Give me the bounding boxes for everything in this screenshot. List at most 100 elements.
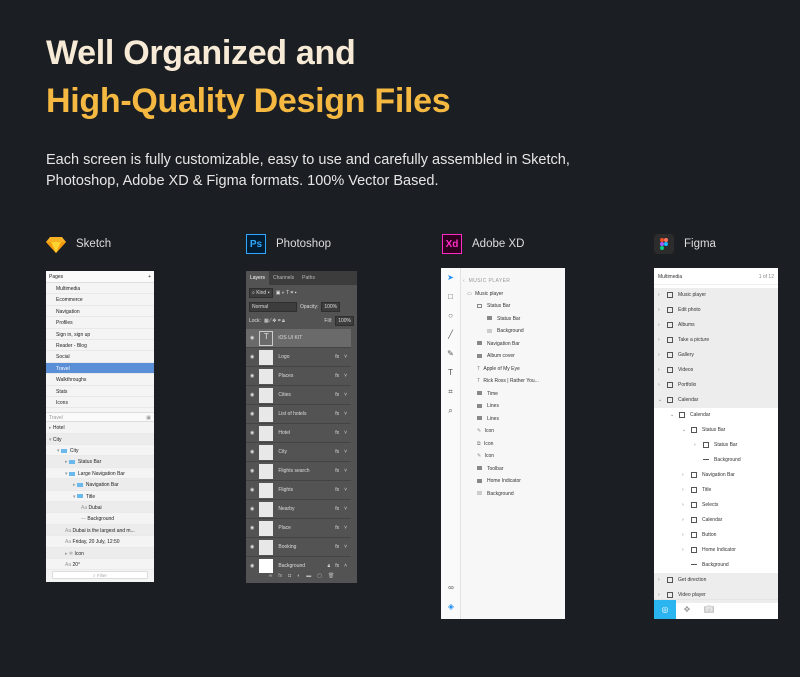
fx-badge[interactable]: fx: [335, 468, 339, 474]
layer-row[interactable]: ⌄ Calendar: [654, 408, 778, 423]
visibility-eye-icon[interactable]: ◉: [250, 430, 254, 436]
fx-badge[interactable]: fx: [335, 392, 339, 398]
layer-row[interactable]: Lines: [463, 400, 565, 413]
page-item[interactable]: Social: [46, 351, 154, 363]
visibility-eye-icon[interactable]: ◉: [250, 373, 254, 379]
chevron-icon[interactable]: ›: [682, 543, 691, 558]
layer-row[interactable]: › Title: [654, 483, 778, 498]
layer-row[interactable]: ◉ Flights search fx ˅: [246, 462, 351, 481]
new-layer-icon[interactable]: ▢: [317, 573, 322, 583]
layer-row[interactable]: ◉ Hotel fx ˅: [246, 424, 351, 443]
chevron-icon[interactable]: ›: [682, 513, 691, 528]
blend-mode-select[interactable]: Normal: [249, 302, 297, 312]
chevron-icon[interactable]: ›: [658, 363, 667, 378]
layer-row[interactable]: ⧉ Icon: [463, 438, 565, 451]
layer-row[interactable]: Aa 20°: [46, 559, 154, 571]
layer-row[interactable]: › Selects: [654, 498, 778, 513]
fx-badge[interactable]: fx: [335, 354, 339, 360]
add-page-button[interactable]: +: [148, 274, 151, 280]
layer-row[interactable]: ▾ City: [46, 433, 154, 446]
layer-row[interactable]: › Status Bar: [654, 438, 778, 453]
lock-icons[interactable]: ▦ ⁄ ✥ ⌗ 🔒︎: [264, 318, 285, 324]
chevron-icon[interactable]: ›: [682, 483, 691, 498]
fx-badge[interactable]: fx: [335, 449, 339, 455]
layer-row[interactable]: Background: [463, 325, 565, 338]
layer-row[interactable]: › Portfolio: [654, 378, 778, 393]
chevron-icon[interactable]: ›: [682, 498, 691, 513]
expand-chevron-icon[interactable]: ˅: [344, 506, 347, 512]
fill-input[interactable]: 100%: [335, 316, 354, 326]
visibility-eye-icon[interactable]: ◉: [250, 544, 254, 550]
layer-row[interactable]: Status Bar: [463, 313, 565, 326]
visibility-eye-icon[interactable]: ◉: [250, 392, 254, 398]
rectangle-tool-icon[interactable]: □: [441, 287, 460, 306]
layers-tab-icon[interactable]: ◎: [654, 600, 676, 619]
visibility-eye-icon[interactable]: ◉: [250, 354, 254, 360]
layer-row[interactable]: — Background: [46, 513, 154, 525]
layer-row[interactable]: › Button: [654, 528, 778, 543]
layer-row[interactable]: Background: [463, 488, 565, 501]
visibility-eye-icon[interactable]: ◉: [250, 449, 254, 455]
layer-row[interactable]: Home Indicator: [463, 475, 565, 488]
trash-icon[interactable]: 🗑︎: [328, 573, 334, 583]
layer-row[interactable]: Lines: [463, 413, 565, 426]
chevron-icon[interactable]: ›: [658, 573, 667, 588]
layer-row[interactable]: › Get direction: [654, 573, 778, 588]
chevron-icon[interactable]: ›: [658, 333, 667, 348]
layer-row[interactable]: Background: [654, 453, 778, 468]
layer-row[interactable]: Aa Friday, 20 July, 12:50: [46, 536, 154, 548]
layers-icon[interactable]: ◈: [441, 597, 461, 616]
page-item[interactable]: Walkthroughs: [46, 374, 154, 386]
layer-row[interactable]: ◉ List of hotels fx ˅: [246, 405, 351, 424]
layer-row[interactable]: › Edit photo: [654, 303, 778, 318]
text-tool-icon[interactable]: T: [441, 363, 460, 382]
chevron-icon[interactable]: ›: [682, 528, 691, 543]
layer-row[interactable]: › Music player: [654, 288, 778, 303]
layer-row[interactable]: ◉ Nearby fx ˅: [246, 500, 351, 519]
layer-row[interactable]: ◉ Cities fx ˅: [246, 386, 351, 405]
layer-row[interactable]: ▸ Status Bar: [46, 456, 154, 468]
chevron-icon[interactable]: ⌄: [658, 393, 667, 408]
tab-channels[interactable]: Channels: [269, 271, 298, 285]
layer-row[interactable]: Aa Dubai is the largest and m...: [46, 524, 154, 537]
expand-chevron-icon[interactable]: ˅: [344, 411, 347, 417]
chevron-icon[interactable]: ›: [682, 468, 691, 483]
layer-row[interactable]: ✎ Icon: [463, 425, 565, 438]
components-tab-icon[interactable]: ✥: [676, 600, 698, 619]
expand-chevron-icon[interactable]: ˅: [344, 430, 347, 436]
chevron-icon[interactable]: ›: [658, 348, 667, 363]
expand-chevron-icon[interactable]: ˅: [344, 468, 347, 474]
visibility-eye-icon[interactable]: ◉: [250, 411, 254, 417]
pen-tool-icon[interactable]: ✎: [441, 344, 460, 363]
visibility-eye-icon[interactable]: ◉: [250, 468, 254, 474]
layer-row[interactable]: ◉ Places fx ˅: [246, 367, 351, 386]
layer-row[interactable]: ▾ Title: [46, 491, 154, 503]
fx-button[interactable]: fx: [278, 573, 282, 583]
layer-row[interactable]: ◉ City fx ˅: [246, 443, 351, 462]
fx-badge[interactable]: fx: [335, 487, 339, 493]
fx-badge[interactable]: fx: [335, 506, 339, 512]
layer-row[interactable]: Aa Dubai: [46, 502, 154, 514]
collapse-icon[interactable]: ▣: [146, 415, 151, 421]
chevron-icon[interactable]: ›: [658, 303, 667, 318]
layer-row[interactable]: › Calendar: [654, 513, 778, 528]
layer-row[interactable]: ✎ Icon: [463, 450, 565, 463]
layer-row[interactable]: ▸ Navigation Bar: [46, 479, 154, 491]
layer-row[interactable]: Album cover: [463, 350, 565, 363]
fx-badge[interactable]: fx: [335, 411, 339, 417]
layer-row[interactable]: › Gallery: [654, 348, 778, 363]
adjustment-icon[interactable]: ◐: [297, 573, 300, 583]
layer-row[interactable]: ▾ City: [46, 445, 154, 457]
page-item[interactable]: Sign in, sign up: [46, 329, 154, 340]
filter-input[interactable]: ⌕ Filter: [52, 571, 148, 579]
layer-row[interactable]: › Take a picture: [654, 333, 778, 348]
folder-icon[interactable]: ▬: [306, 573, 311, 583]
chevron-icon[interactable]: ›: [658, 288, 667, 303]
page-item[interactable]: Ecommerce: [46, 294, 154, 306]
page-item[interactable]: Navigation: [46, 306, 154, 318]
visibility-eye-icon[interactable]: ◉: [250, 487, 254, 493]
tab-layers[interactable]: Layers: [246, 271, 270, 285]
line-tool-icon[interactable]: ╱: [441, 325, 460, 344]
layer-row[interactable]: T Apple of My Eye: [463, 363, 565, 376]
layer-row[interactable]: Status Bar: [463, 300, 565, 313]
